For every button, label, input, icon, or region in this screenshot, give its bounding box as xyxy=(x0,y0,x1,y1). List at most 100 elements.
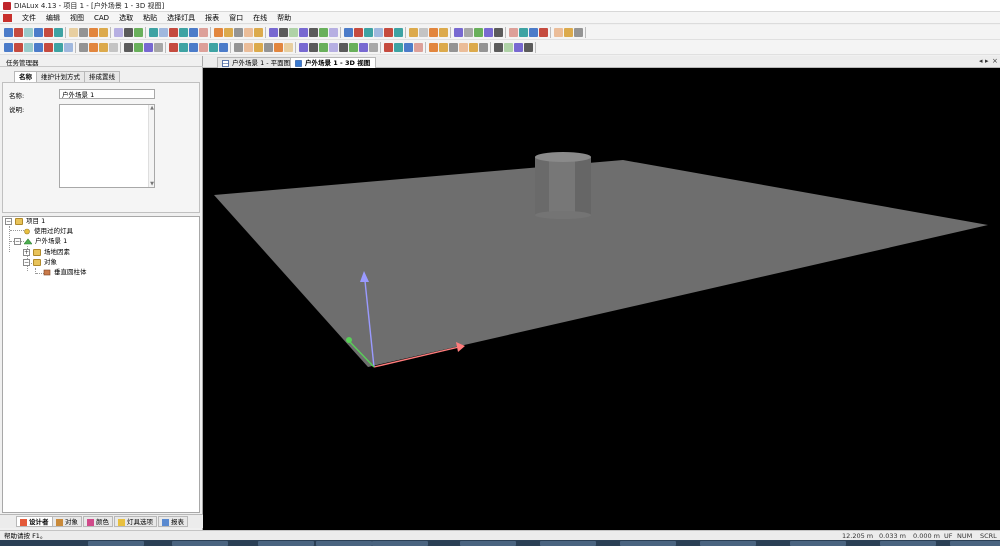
toolbar-button-icon[interactable] xyxy=(189,28,198,37)
tab-3d-view[interactable]: 户外场景 1 - 3D 视图 xyxy=(290,57,377,68)
toolbar-button-icon[interactable] xyxy=(159,28,168,37)
toolbar-button-icon[interactable] xyxy=(114,28,123,37)
toolbar-button-icon[interactable] xyxy=(79,28,88,37)
toolbar-button-icon[interactable] xyxy=(504,43,513,52)
toolbar-button-icon[interactable] xyxy=(244,28,253,37)
toolbar-button-icon[interactable] xyxy=(329,43,338,52)
toolbar-button-icon[interactable] xyxy=(319,43,328,52)
toolbar-button-icon[interactable] xyxy=(539,28,548,37)
taskbar-item[interactable] xyxy=(88,541,144,546)
toolbar-button-icon[interactable] xyxy=(309,28,318,37)
tab-objects[interactable]: 对象 xyxy=(52,516,82,527)
toolbar-button-icon[interactable] xyxy=(124,28,133,37)
toolbar-button-icon[interactable] xyxy=(99,28,108,37)
toolbar-button-icon[interactable] xyxy=(79,43,88,52)
toolbar-button-icon[interactable] xyxy=(449,43,458,52)
3d-viewport[interactable] xyxy=(203,68,1000,530)
menu-window[interactable]: 窗口 xyxy=(224,12,248,24)
toolbar-button-icon[interactable] xyxy=(464,28,473,37)
collapse-icon[interactable]: − xyxy=(5,218,12,225)
toolbar-button-icon[interactable] xyxy=(89,28,98,37)
dialux-app-icon[interactable] xyxy=(3,2,11,10)
menu-edit[interactable]: 编辑 xyxy=(41,12,65,24)
toolbar-button-icon[interactable] xyxy=(234,43,243,52)
menu-file[interactable]: 文件 xyxy=(17,12,41,24)
toolbar-button-icon[interactable] xyxy=(219,43,228,52)
toolbar-button-icon[interactable] xyxy=(54,28,63,37)
toolbar-button-icon[interactable] xyxy=(524,43,533,52)
toolbar-button-icon[interactable] xyxy=(224,28,233,37)
toolbar-button-icon[interactable] xyxy=(4,43,13,52)
toolbar-button-icon[interactable] xyxy=(409,28,418,37)
toolbar-button-icon[interactable] xyxy=(349,43,358,52)
toolbar-button-icon[interactable] xyxy=(574,28,583,37)
toolbar-button-icon[interactable] xyxy=(24,28,33,37)
toolbar-button-icon[interactable] xyxy=(309,43,318,52)
scroll-down-icon[interactable]: ▼ xyxy=(149,181,155,187)
toolbar-button-icon[interactable] xyxy=(154,43,163,52)
toolbar-button-icon[interactable] xyxy=(254,43,263,52)
toolbar-button-icon[interactable] xyxy=(299,28,308,37)
toolbar-button-icon[interactable] xyxy=(454,28,463,37)
toolbar-button-icon[interactable] xyxy=(394,28,403,37)
toolbar-button-icon[interactable] xyxy=(209,43,218,52)
taskbar-item[interactable] xyxy=(880,541,936,546)
toolbar-button-icon[interactable] xyxy=(369,43,378,52)
tab-scroll-left-icon[interactable]: ◂ xyxy=(979,57,983,65)
3d-scene[interactable] xyxy=(203,68,1000,530)
toolbar-button-icon[interactable] xyxy=(519,28,528,37)
collapse-icon[interactable]: − xyxy=(23,259,30,266)
toolbar-button-icon[interactable] xyxy=(329,28,338,37)
toolbar-button-icon[interactable] xyxy=(319,28,328,37)
toolbar-button-icon[interactable] xyxy=(484,28,493,37)
taskbar-item[interactable] xyxy=(790,541,846,546)
toolbar-button-icon[interactable] xyxy=(554,28,563,37)
tab-close-icon[interactable]: × xyxy=(992,57,998,65)
toolbar-button-icon[interactable] xyxy=(124,43,133,52)
toolbar-button-icon[interactable] xyxy=(169,28,178,37)
tab-name[interactable]: 名称 xyxy=(14,71,37,82)
toolbar-button-icon[interactable] xyxy=(469,43,478,52)
toolbar-button-icon[interactable] xyxy=(14,43,23,52)
toolbar-button-icon[interactable] xyxy=(479,43,488,52)
toolbar-button-icon[interactable] xyxy=(214,28,223,37)
menu-select[interactable]: 选取 xyxy=(114,12,138,24)
expand-icon[interactable]: + xyxy=(23,249,30,256)
toolbar-button-icon[interactable] xyxy=(269,28,278,37)
toolbar-button-icon[interactable] xyxy=(354,28,363,37)
toolbar-button-icon[interactable] xyxy=(149,28,158,37)
toolbar-button-icon[interactable] xyxy=(54,43,63,52)
toolbar-button-icon[interactable] xyxy=(244,43,253,52)
toolbar-button-icon[interactable] xyxy=(419,28,428,37)
toolbar-button-icon[interactable] xyxy=(474,28,483,37)
toolbar-button-icon[interactable] xyxy=(374,28,383,37)
toolbar-button-icon[interactable] xyxy=(359,43,368,52)
toolbar-button-icon[interactable] xyxy=(4,28,13,37)
toolbar-button-icon[interactable] xyxy=(299,43,308,52)
toolbar-button-icon[interactable] xyxy=(44,28,53,37)
vertical-cylinder-object[interactable] xyxy=(535,152,591,219)
tab-luminaire-options[interactable]: 灯具选项 xyxy=(114,516,157,527)
toolbar-button-icon[interactable] xyxy=(564,28,573,37)
toolbar-button-icon[interactable] xyxy=(439,28,448,37)
toolbar-button-icon[interactable] xyxy=(179,43,188,52)
toolbar-button-icon[interactable] xyxy=(384,28,393,37)
menu-online[interactable]: 在线 xyxy=(248,12,272,24)
toolbar-button-icon[interactable] xyxy=(279,28,288,37)
toolbar-button-icon[interactable] xyxy=(264,43,273,52)
toolbar-button-icon[interactable] xyxy=(514,43,523,52)
taskbar-item[interactable] xyxy=(258,541,314,546)
toolbar-button-icon[interactable] xyxy=(494,43,503,52)
taskbar-item[interactable] xyxy=(540,541,596,546)
menu-cad[interactable]: CAD xyxy=(89,12,114,24)
taskbar-item[interactable] xyxy=(460,541,516,546)
toolbar-button-icon[interactable] xyxy=(134,28,143,37)
tab-maintenance[interactable]: 维护计划方式 xyxy=(36,71,85,82)
toolbar-button-icon[interactable] xyxy=(34,43,43,52)
toolbar-button-icon[interactable] xyxy=(134,43,143,52)
toolbar-button-icon[interactable] xyxy=(179,28,188,37)
toolbar-button-icon[interactable] xyxy=(384,43,393,52)
toolbar-button-icon[interactable] xyxy=(89,43,98,52)
toolbar-button-icon[interactable] xyxy=(529,28,538,37)
toolbar-button-icon[interactable] xyxy=(34,28,43,37)
